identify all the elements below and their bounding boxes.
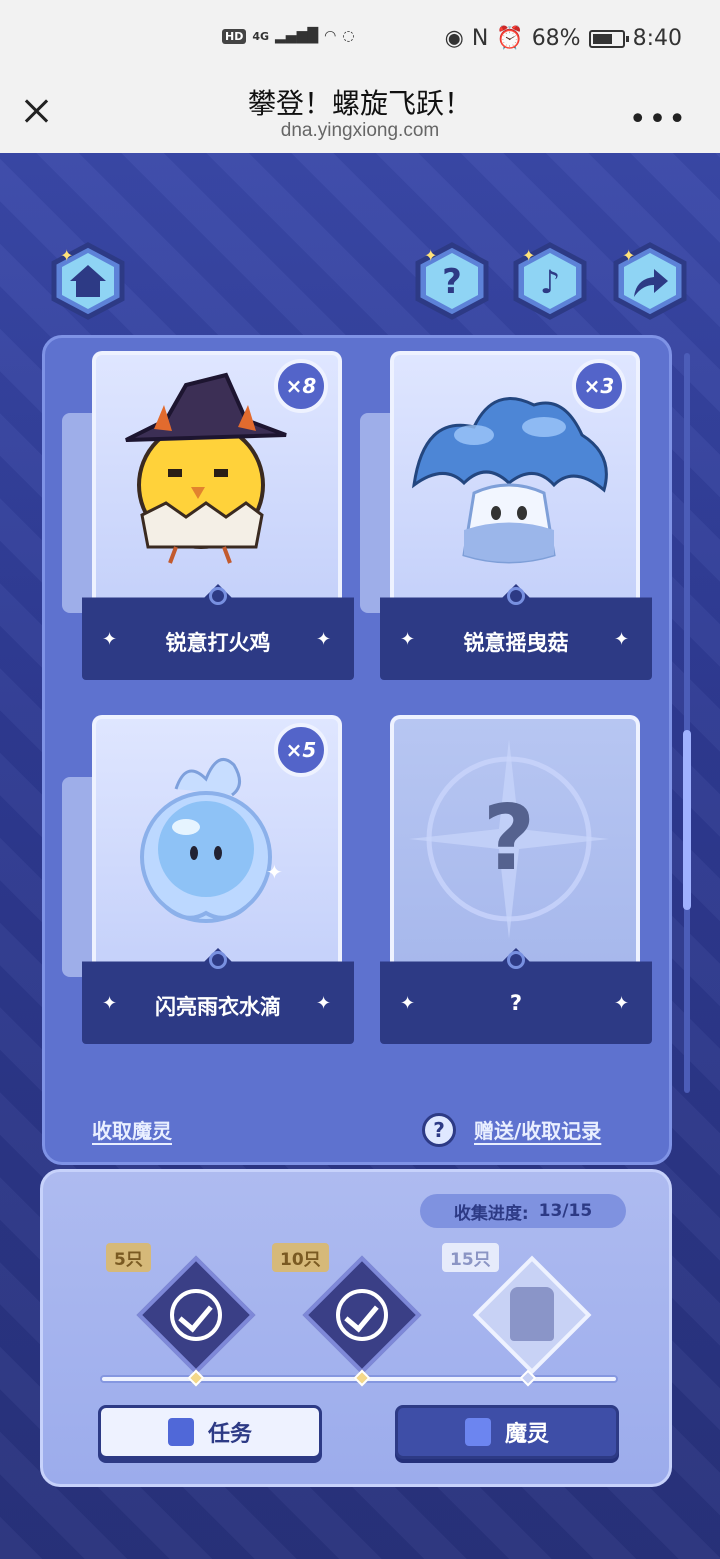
page-url: dna.yingxiong.com: [280, 120, 440, 141]
svg-text:?: ?: [483, 786, 535, 891]
eye-icon: ◉: [444, 26, 464, 51]
help-button[interactable]: ? ✦: [412, 241, 492, 321]
music-button[interactable]: ♪ ✦: [510, 241, 590, 321]
claimed-check-icon: [170, 1289, 222, 1341]
task-button[interactable]: 任务: [98, 1405, 322, 1459]
reward-threshold: 5只: [106, 1243, 151, 1272]
spirit-card[interactable]: ×8 ✦ ✦ 锐意打火鸡: [62, 351, 354, 681]
loading-icon: ◌: [342, 28, 355, 44]
progress-label: 收集进度:: [453, 1203, 529, 1224]
alarm-icon: ⏰: [496, 26, 524, 51]
scrollbar-thumb[interactable]: [683, 730, 691, 910]
spirit-card-locked[interactable]: ? ✦ ✦ ?: [380, 715, 652, 1045]
svg-text:✦: ✦: [424, 246, 437, 265]
help-icon: ? ✦: [415, 242, 489, 320]
spirit-card[interactable]: ×3 ✦ ✦ 锐意摇曳菇: [360, 351, 652, 681]
reward-threshold: 15只: [442, 1243, 499, 1272]
progress-value: 13/15: [538, 1201, 593, 1221]
gift-records-link[interactable]: 赠送/收取记录: [474, 1115, 601, 1144]
share-icon: ✦: [613, 242, 687, 320]
collect-spirit-link[interactable]: 收取魔灵: [92, 1115, 172, 1144]
status-left: HD 4G ▂▄▆█ ◠ ◌: [222, 28, 355, 44]
share-button[interactable]: ✦: [610, 241, 690, 321]
card-pin: [507, 587, 525, 605]
status-right: ◉ N ⏰ 68% 8:40: [445, 26, 682, 51]
browser-title-bar: 攀登！螺旋飞跃！ dna.yingxiong.com •••: [0, 80, 720, 153]
battery-fill: [592, 33, 612, 44]
battery-percent: 68%: [531, 26, 581, 51]
card-count-badge: ×5: [274, 723, 328, 777]
card-count-badge: ×3: [572, 359, 626, 413]
svg-text:✦: ✦: [522, 246, 535, 265]
unknown-spirit-icon: ?: [409, 739, 609, 939]
card-pin: [209, 951, 227, 969]
battery-icon: [588, 29, 629, 48]
clock: 8:40: [632, 26, 682, 51]
card-face: ?: [390, 715, 640, 965]
gift-box-icon: [510, 1287, 554, 1341]
reward-milestone[interactable]: 5只: [106, 1243, 256, 1375]
card-name: 锐意摇曳菇: [463, 631, 569, 655]
spirit-card[interactable]: ✦ ×5 ✦ ✦ 闪亮雨衣水滴: [62, 715, 354, 1045]
reward-milestone[interactable]: 10只: [272, 1243, 422, 1375]
card-pin: [209, 587, 227, 605]
card-name: ?: [509, 991, 523, 1015]
hd-badge: HD: [222, 28, 247, 44]
wifi-icon: ◠: [324, 28, 337, 44]
svg-text:♪: ♪: [540, 263, 560, 301]
card-name: 锐意打火鸡: [165, 631, 271, 655]
page-title: 攀登！螺旋飞跃！: [247, 87, 472, 120]
folder-add-icon: [464, 1418, 491, 1446]
game-canvas: ✦ ? ✦ ♪ ✦ ✦ ×8 ✦ ✦ 锐意打火鸡 ×3 ✦ ✦ 锐意摇曳菇 ✦ …: [0, 153, 720, 1559]
task-label: 任务: [207, 1422, 252, 1447]
svg-text:✦: ✦: [60, 246, 73, 265]
home-icon: ✦: [51, 242, 125, 320]
svg-text:✦: ✦: [266, 860, 283, 884]
signal-icon: ▂▄▆█: [275, 28, 319, 44]
card-name: 闪亮雨衣水滴: [155, 995, 281, 1019]
more-options-icon[interactable]: •••: [629, 102, 688, 137]
claimed-check-icon: [336, 1289, 388, 1341]
status-bar: HD 4G ▂▄▆█ ◠ ◌ ◉ N ⏰ 68% 8:40: [0, 0, 720, 80]
scrollbar-track[interactable]: [684, 353, 690, 1093]
reward-threshold: 10只: [272, 1243, 329, 1272]
spirit-button[interactable]: 魔灵: [395, 1405, 619, 1459]
home-button[interactable]: ✦: [48, 241, 128, 321]
svg-text:?: ?: [442, 262, 462, 302]
svg-text:✦: ✦: [622, 246, 635, 265]
spirit-label: 魔灵: [504, 1422, 549, 1447]
card-count-badge: ×8: [274, 359, 328, 413]
task-icon: [167, 1418, 194, 1446]
card-pin: [507, 951, 525, 969]
music-icon: ♪ ✦: [513, 242, 587, 320]
network-label: 4G: [252, 29, 270, 43]
collection-progress: 收集进度: 13/15: [420, 1194, 626, 1228]
reward-milestone-locked[interactable]: 15只: [442, 1243, 592, 1375]
nfc-icon: N: [471, 26, 489, 51]
records-help-icon[interactable]: ?: [422, 1113, 456, 1147]
